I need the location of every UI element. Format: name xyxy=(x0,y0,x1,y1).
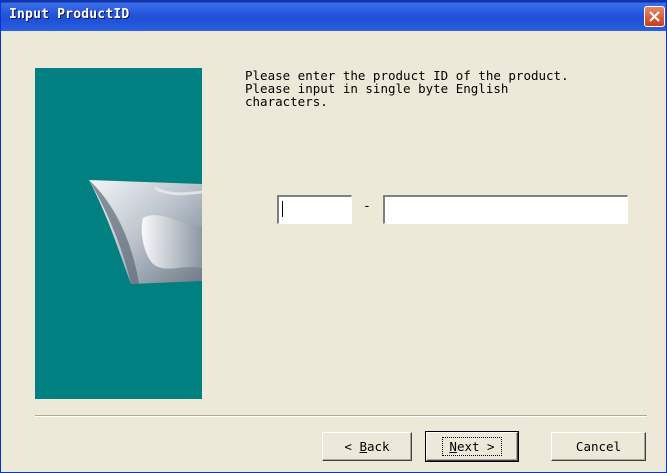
title-bar[interactable]: Input ProductID xyxy=(1,1,666,31)
close-button[interactable] xyxy=(644,6,665,27)
product-wave-graphic xyxy=(89,180,202,284)
text-cursor xyxy=(282,201,283,217)
product-id-part1-input[interactable] xyxy=(277,195,352,224)
cancel-button[interactable]: Cancel xyxy=(551,432,646,461)
wizard-art-panel xyxy=(35,68,202,399)
back-button[interactable]: < Back xyxy=(322,432,412,461)
next-button-focus: Next > xyxy=(442,437,502,456)
window-title: Input ProductID xyxy=(9,7,130,22)
instruction-text: Please enter the product ID of the produ… xyxy=(245,68,569,109)
footer-divider xyxy=(35,415,647,417)
back-button-label: ack xyxy=(367,439,390,454)
product-id-separator: - xyxy=(363,199,371,214)
next-button-label: ext > xyxy=(456,439,495,454)
back-button-hotkey: B xyxy=(359,439,367,454)
product-id-part2-input[interactable] xyxy=(383,195,628,224)
next-button[interactable]: Next > xyxy=(425,431,519,462)
next-button-hotkey: N xyxy=(449,439,457,454)
input-productid-dialog: Input ProductID Please enter the product… xyxy=(0,0,667,473)
close-icon xyxy=(649,11,660,22)
back-button-prefix: < xyxy=(344,439,360,454)
